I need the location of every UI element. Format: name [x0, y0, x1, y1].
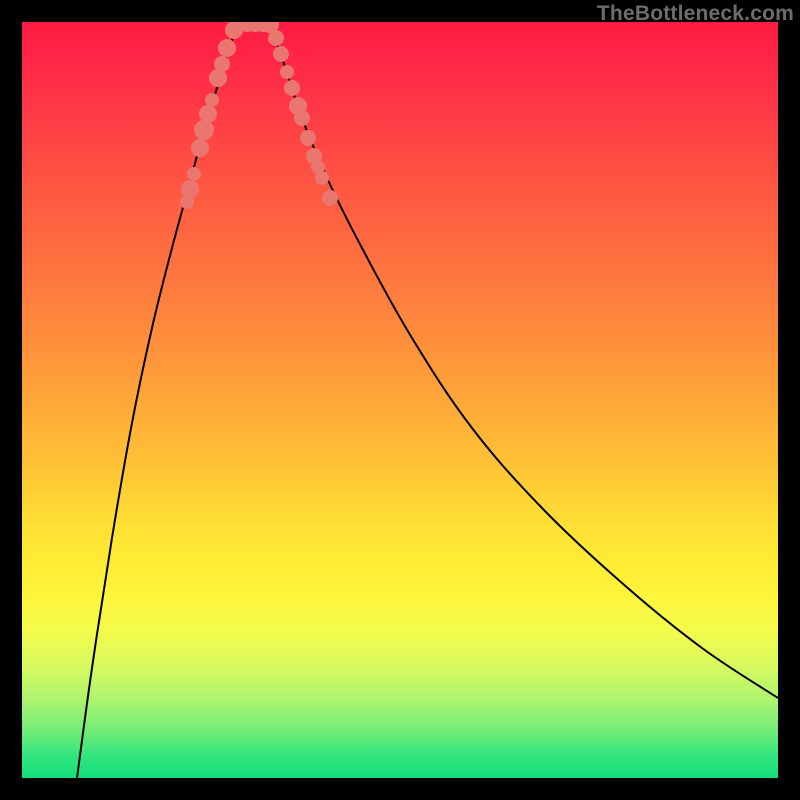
dot	[284, 80, 300, 96]
dot	[194, 120, 214, 140]
dot	[209, 69, 227, 87]
dot	[268, 30, 284, 46]
dot	[300, 130, 316, 146]
watermark-text: TheBottleneck.com	[597, 2, 794, 26]
dot	[294, 110, 310, 126]
dot	[199, 105, 217, 123]
dot	[191, 139, 209, 157]
dot	[214, 56, 230, 72]
dot	[311, 160, 325, 174]
dot	[205, 93, 219, 107]
dot	[187, 167, 201, 181]
dot	[322, 190, 338, 206]
dot	[181, 180, 199, 198]
highlight-dots	[22, 22, 778, 778]
plot-area	[22, 22, 778, 778]
dot	[218, 39, 236, 57]
chart-frame: TheBottleneck.com	[0, 0, 800, 800]
dot	[273, 46, 289, 62]
dot	[280, 65, 294, 79]
